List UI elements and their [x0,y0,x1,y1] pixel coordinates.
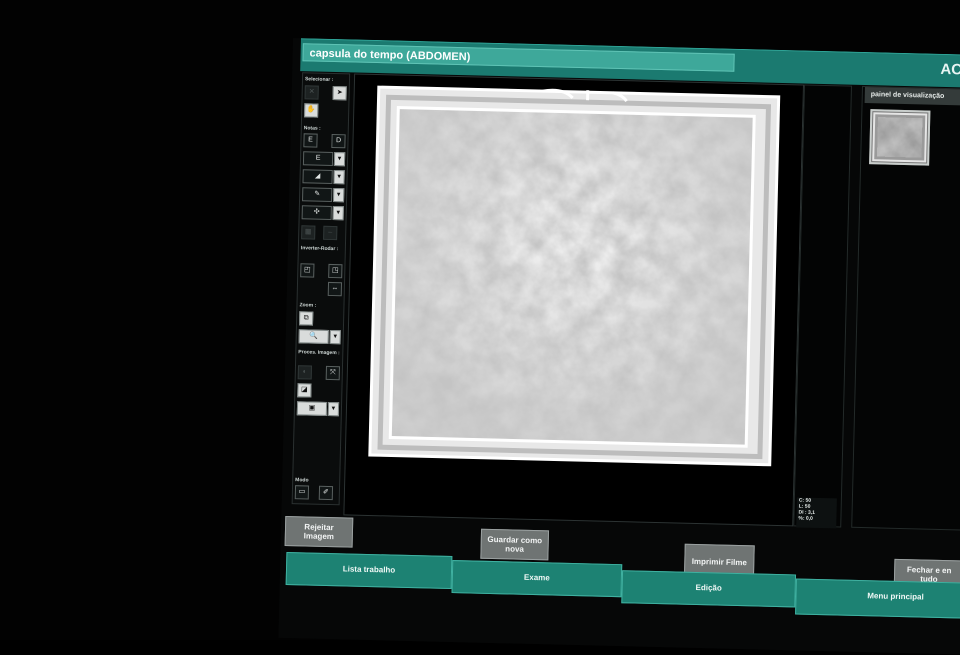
app-screen: capsula do tempo (ABDOMEN) AC Selecionar… [278,38,960,655]
window-level-readout: C: 50 L: 50 DI : 3,1 %: 0,0 [796,497,837,529]
delete-annotation-icon[interactable]: ▦ [301,225,316,240]
thumbnail-panel: painel de visualização [851,85,960,532]
scatter-annotation-icon[interactable]: ✣ [301,205,332,220]
chevron-down-icon[interactable]: ▼ [333,170,345,185]
thumbnail-image[interactable] [869,109,931,166]
rotate-right-icon[interactable]: ◳ [328,263,343,279]
mode-edit-icon[interactable]: ✐ [318,485,334,501]
chevron-down-icon[interactable]: ▼ [332,206,344,221]
tool-panel: Selecionar : ✕ ➤ ✋ Notas : E D E ▼ ◢ ▼ ✎… [291,72,351,506]
hand-tool-icon[interactable]: ✋ [304,103,319,118]
chevron-down-icon[interactable]: ▼ [327,401,340,417]
tab-menu-principal[interactable]: Menu principal [795,578,960,620]
pointer-tool-icon[interactable]: ➤ [332,85,347,101]
window-level-icon[interactable]: ◐ [297,365,313,380]
monitor-bezel: capsula do tempo (ABDOMEN) AC Selecionar… [0,0,960,655]
xray-image [368,85,781,467]
tab-lista-trabalho[interactable]: Lista trabalho [285,551,453,590]
zoom-magnifier-icon[interactable]: 🔍 [298,329,329,344]
image-viewport[interactable] [343,73,805,527]
nota-e-button[interactable]: E [303,133,318,148]
text-annotation-button[interactable]: E [302,151,334,167]
chevron-down-icon[interactable]: ▼ [333,188,345,203]
fit-screen-icon[interactable]: ⤧ [325,365,340,381]
notas-label: Notas : [303,125,321,132]
mode-display-icon[interactable]: ▭ [294,485,310,500]
chevron-down-icon[interactable]: ▼ [329,329,341,345]
minus-icon[interactable]: – [323,225,338,241]
proces-imagem-label: Proces. Imagem : [298,349,340,357]
percent-value: %: 0,0 [798,515,813,522]
selecionar-label: Selecionar : [304,76,334,83]
title-right-text: AC [940,60,960,79]
rotate-left-icon[interactable]: ◰ [300,263,315,278]
info-panel: C: 50 L: 50 DI : 3,1 %: 0,0 [793,84,853,529]
contrast-icon[interactable]: ◪ [297,383,312,398]
filter-icon[interactable]: ▣ [296,401,328,416]
modo-label: Modo [295,477,309,484]
guardar-como-nova-button[interactable]: Guardar como nova [480,528,550,561]
chevron-down-icon[interactable]: ▼ [333,152,346,167]
window-title: capsula do tempo (ABDOMEN) [302,43,735,72]
nota-d-button[interactable]: D [331,133,346,149]
tab-edicao[interactable]: Edição [621,570,797,608]
thumbnail-preview-icon [872,112,928,163]
inverter-rodar-label: Inverter-Rodar : [300,245,339,253]
close-icon[interactable]: ✕ [304,85,319,100]
zoom-fit-icon[interactable]: ⧉ [298,311,314,326]
thumbnail-panel-header: painel de visualização [864,86,960,107]
rejeitar-imagem-button[interactable]: Rejeitar Imagem [284,515,354,548]
flip-horizontal-icon[interactable]: ⇔ [327,281,343,297]
tab-exame[interactable]: Exame [451,560,623,598]
zoom-label: Zoom : [299,302,317,309]
pin-annotation-icon[interactable]: ✎ [302,187,333,203]
arrow-annotation-icon[interactable]: ◢ [302,169,333,185]
